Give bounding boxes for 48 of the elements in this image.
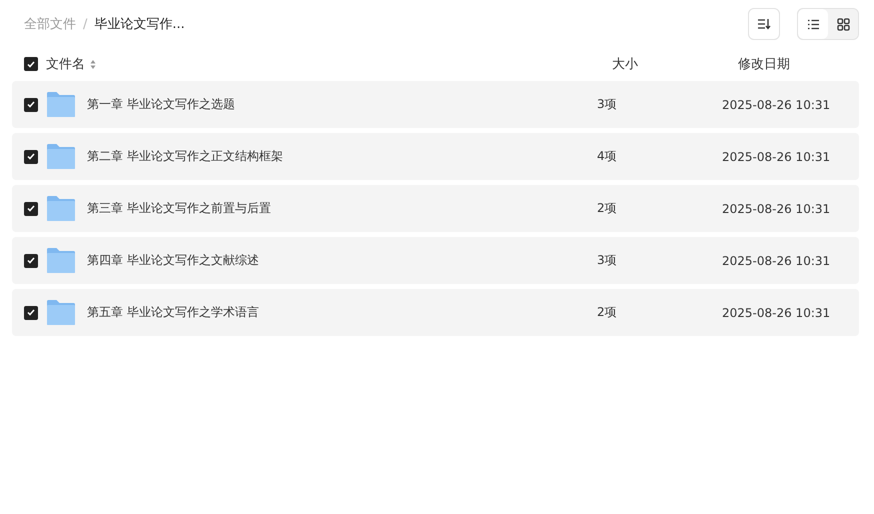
grid-icon bbox=[836, 18, 850, 30]
check-icon bbox=[27, 101, 35, 108]
column-header[interactable]: 文件名 bbox=[46, 55, 85, 73]
check-icon bbox=[27, 153, 35, 160]
modified-date: 2025-08-26 10:31 bbox=[722, 202, 830, 216]
folder-name: 第三章 毕业论文写作之前置与后置 bbox=[87, 200, 272, 217]
folder-name: 第五章 毕业论文写作之学术语言 bbox=[87, 304, 260, 321]
check-icon bbox=[27, 257, 35, 264]
select-all-checkbox[interactable] bbox=[24, 57, 38, 71]
item-count: 2项 bbox=[597, 200, 618, 217]
row-checkbox[interactable] bbox=[24, 254, 38, 268]
folder-icon bbox=[46, 91, 76, 118]
item-count: 4项 bbox=[597, 148, 618, 165]
breadcrumb-separator: / bbox=[83, 16, 88, 32]
folder-icon bbox=[46, 247, 76, 274]
check-icon bbox=[27, 60, 35, 68]
modified-date: 2025-08-26 10:31 bbox=[722, 254, 830, 268]
folder-row[interactable]: 第二章 毕业论文写作之正文结构框架 4项 2025-08-26 10:31 bbox=[12, 133, 859, 180]
item-count: 3项 bbox=[597, 96, 618, 113]
folder-icon bbox=[46, 195, 76, 222]
row-checkbox[interactable] bbox=[24, 202, 38, 216]
item-count: 2项 bbox=[597, 304, 618, 321]
breadcrumb-item: 毕业论文写作... bbox=[94, 16, 185, 33]
column-header[interactable]: 大小 bbox=[612, 55, 738, 73]
folder-row[interactable]: 第一章 毕业论文写作之选题 3项 2025-08-26 10:31 bbox=[12, 81, 859, 128]
item-count: 3项 bbox=[597, 252, 618, 269]
column-header[interactable]: 修改日期 bbox=[738, 55, 790, 73]
folder-icon bbox=[46, 143, 76, 170]
folder-row[interactable]: 第四章 毕业论文写作之文献综述 3项 2025-08-26 10:31 bbox=[12, 237, 859, 284]
row-checkbox[interactable] bbox=[24, 150, 38, 164]
folder-name: 第二章 毕业论文写作之正文结构框架 bbox=[87, 148, 284, 165]
modified-date: 2025-08-26 10:31 bbox=[722, 306, 830, 320]
folder-row[interactable]: 第五章 毕业论文写作之学术语言 2项 2025-08-26 10:31 bbox=[12, 289, 859, 336]
check-icon bbox=[27, 205, 35, 212]
check-icon bbox=[27, 309, 35, 316]
list-icon bbox=[806, 18, 820, 30]
modified-date: 2025-08-26 10:31 bbox=[722, 150, 830, 164]
list-view-button[interactable] bbox=[798, 9, 828, 39]
folder-row[interactable]: 第三章 毕业论文写作之前置与后置 2项 2025-08-26 10:31 bbox=[12, 185, 859, 232]
row-checkbox[interactable] bbox=[24, 306, 38, 320]
folder-icon bbox=[46, 299, 76, 326]
row-checkbox[interactable] bbox=[24, 98, 38, 112]
folder-name: 第四章 毕业论文写作之文献综述 bbox=[87, 252, 260, 269]
sort-icon bbox=[757, 18, 771, 30]
modified-date: 2025-08-26 10:31 bbox=[722, 98, 830, 112]
sort-button[interactable] bbox=[748, 8, 780, 40]
folder-name: 第一章 毕业论文写作之选题 bbox=[87, 96, 236, 113]
sort-icon[interactable] bbox=[90, 58, 96, 70]
